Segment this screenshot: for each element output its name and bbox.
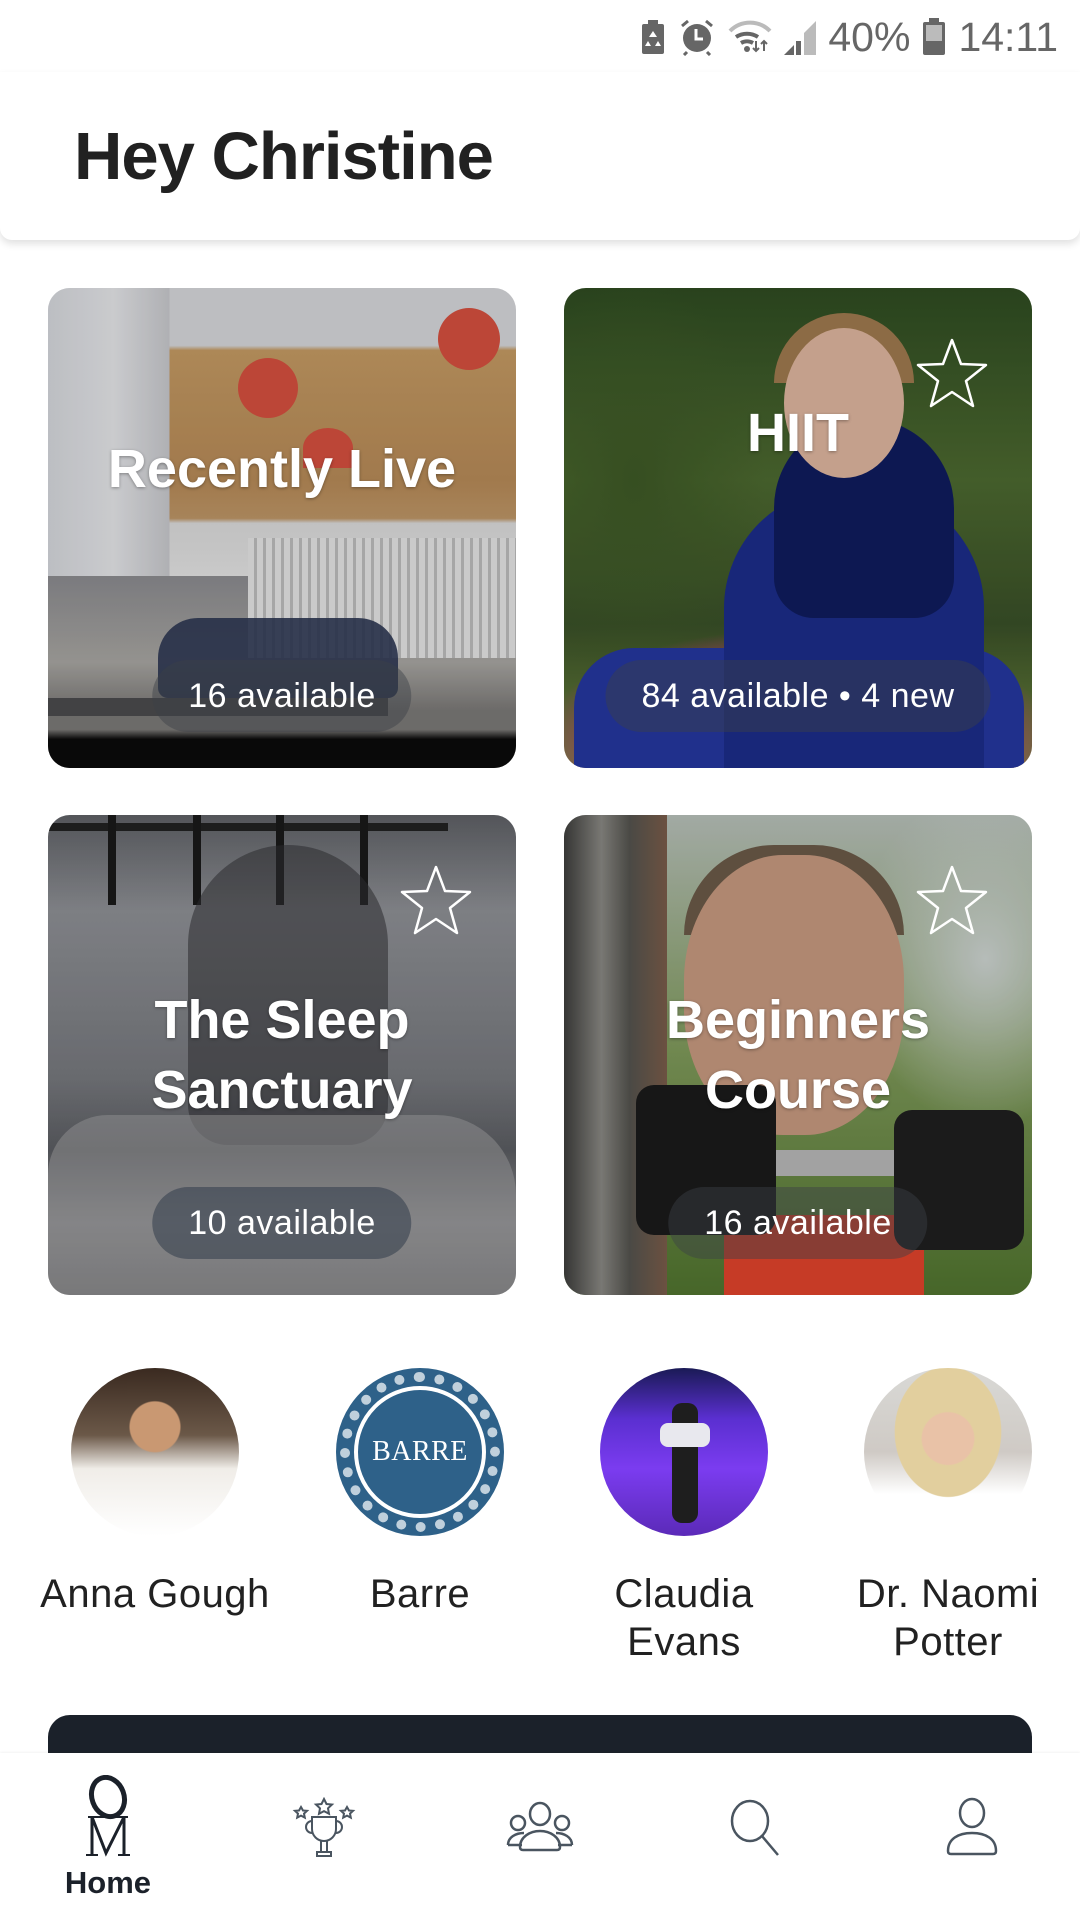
instructor-anna-gough[interactable]: Anna Gough <box>35 1368 275 1618</box>
availability-badge: 16 available <box>152 660 412 732</box>
availability-badge: 10 available <box>152 1187 412 1259</box>
greeting-title: Hey Christine <box>74 119 494 194</box>
nav-community[interactable] <box>432 1753 648 1920</box>
om-logo-icon <box>86 1775 130 1857</box>
nav-home[interactable]: Home <box>0 1753 216 1920</box>
battery-icon <box>922 18 946 56</box>
bottom-nav: Home <box>0 1753 1080 1920</box>
instructor-barre[interactable]: BARRE Barre <box>300 1368 540 1618</box>
group-icon <box>506 1801 574 1852</box>
instructor-name: Claudia Evans <box>614 1572 754 1664</box>
trophy-icon <box>292 1797 356 1857</box>
favorite-star-icon[interactable] <box>914 863 990 939</box>
status-bar: 40% 14:11 <box>0 0 1080 72</box>
instructor-claudia-evans[interactable]: Claudia Evans <box>564 1368 804 1666</box>
nav-profile[interactable] <box>864 1753 1080 1920</box>
barre-logo-text: BARRE <box>372 1436 468 1467</box>
barre-logo: BARRE <box>336 1368 504 1536</box>
wifi-icon <box>728 19 772 55</box>
instructor-name: Anna Gough <box>40 1572 270 1616</box>
nav-home-label: Home <box>64 1865 152 1900</box>
card-title: Beginners Course <box>665 990 931 1120</box>
instructor-name: Dr. Naomi Potter <box>856 1572 1040 1664</box>
availability-badge: 84 available • 4 new <box>605 660 991 732</box>
category-card-hiit[interactable]: HIIT 84 available • 4 new <box>564 288 1032 768</box>
favorite-star-icon[interactable] <box>914 336 990 412</box>
profile-icon <box>946 1797 998 1856</box>
availability-badge: 16 available <box>668 1187 928 1259</box>
search-icon <box>730 1799 779 1856</box>
battery-saver-icon <box>640 19 666 55</box>
card-title: The Sleep Sanctuary <box>151 990 413 1120</box>
clock: 14:11 <box>958 14 1058 60</box>
header: Hey Christine <box>0 72 1080 240</box>
category-card-recently-live[interactable]: Recently Live 16 available <box>48 288 516 768</box>
avatar <box>864 1368 1032 1536</box>
signal-icon <box>784 19 817 55</box>
avatar <box>71 1368 239 1536</box>
card-title: Recently Live <box>107 439 457 499</box>
alarm-icon <box>678 18 716 56</box>
instructor-naomi-potter[interactable]: Dr. Naomi Potter <box>828 1368 1068 1666</box>
avatar <box>600 1368 768 1536</box>
battery-percent: 40% <box>828 14 911 60</box>
category-card-beginners-course[interactable]: Beginners Course 16 available <box>564 815 1032 1295</box>
instructor-name: Barre <box>369 1572 471 1616</box>
favorite-star-icon[interactable] <box>398 863 474 939</box>
category-card-sleep-sanctuary[interactable]: The Sleep Sanctuary 10 available <box>48 815 516 1295</box>
nav-search[interactable] <box>648 1753 864 1920</box>
nav-challenges[interactable] <box>216 1753 432 1920</box>
